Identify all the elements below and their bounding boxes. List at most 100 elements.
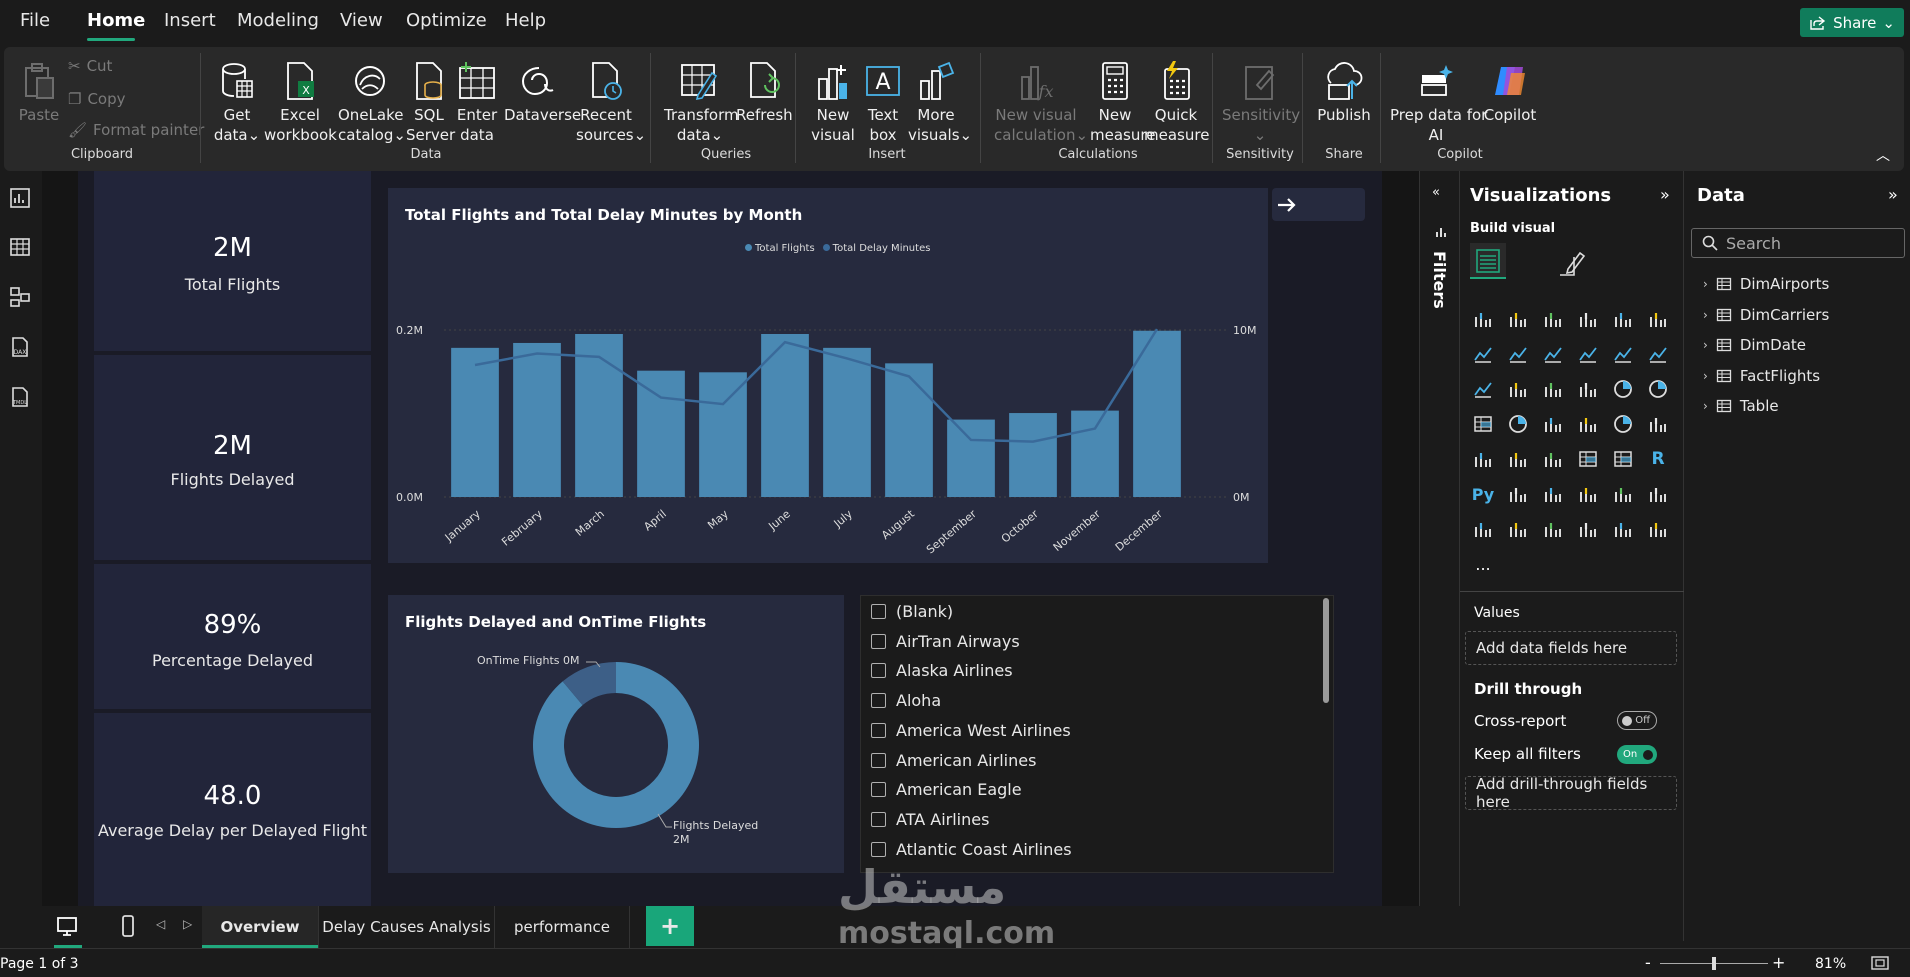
new-measure-button[interactable]: New measure bbox=[1090, 57, 1155, 145]
line-column-visual-icon[interactable] bbox=[1612, 343, 1634, 365]
checkbox[interactable] bbox=[871, 811, 886, 827]
checkbox[interactable] bbox=[871, 663, 886, 679]
chevron-right-icon[interactable]: › bbox=[1703, 308, 1708, 322]
checkbox[interactable] bbox=[871, 693, 886, 709]
decomposition-tree-visual-icon[interactable] bbox=[1542, 483, 1564, 505]
table-visual-icon[interactable] bbox=[1577, 448, 1599, 470]
dataverse-button[interactable]: Dataverse bbox=[504, 57, 581, 125]
kpi-card-average-delay[interactable]: 48.0 Average Delay per Delayed Flight bbox=[94, 713, 371, 906]
kpi-card-percentage-delayed[interactable]: 89% Percentage Delayed bbox=[94, 564, 371, 709]
format-painter-button[interactable]: 🖌 Format painter bbox=[68, 121, 204, 139]
100-bar-visual-icon[interactable] bbox=[1612, 308, 1634, 330]
table-item[interactable]: › DimDate bbox=[1703, 336, 1806, 354]
checkbox[interactable] bbox=[871, 841, 886, 857]
menu-insert[interactable]: Insert bbox=[164, 10, 216, 31]
table-item[interactable]: › DimAirports bbox=[1703, 275, 1829, 293]
narrative-visual-icon[interactable] bbox=[1612, 483, 1634, 505]
sql-server-button[interactable]: SQL Server bbox=[406, 57, 455, 145]
table-item[interactable]: › DimCarriers bbox=[1703, 306, 1829, 324]
slicer-item[interactable]: Alaska Airlines bbox=[871, 661, 1013, 680]
slicer-item[interactable]: (Blank) bbox=[871, 602, 953, 621]
filled-map-visual-icon[interactable] bbox=[1542, 413, 1564, 435]
fabric-map-visual-icon[interactable] bbox=[1577, 518, 1599, 540]
new-visual-button[interactable]: New visual bbox=[808, 57, 858, 145]
donut-visual-icon[interactable] bbox=[1647, 378, 1669, 400]
table-view-icon[interactable] bbox=[8, 235, 32, 259]
previous-page-icon[interactable]: ◁ bbox=[156, 917, 165, 931]
card-new-visual-icon[interactable] bbox=[1507, 518, 1529, 540]
copy-button[interactable]: ❐ Copy bbox=[68, 90, 126, 108]
more-visuals-button[interactable]: More visuals⌄ bbox=[908, 57, 972, 145]
next-page-icon[interactable]: ▷ bbox=[183, 917, 192, 931]
kpi-visual-icon[interactable] bbox=[1507, 448, 1529, 470]
stacked-area-visual-icon[interactable] bbox=[1542, 343, 1564, 365]
scatter-visual-icon[interactable] bbox=[1577, 378, 1599, 400]
add-data-fields-dropzone[interactable]: Add data fields here bbox=[1465, 631, 1677, 665]
chevron-right-icon[interactable]: › bbox=[1703, 399, 1708, 413]
refresh-button[interactable]: Refresh bbox=[736, 57, 793, 125]
slicer-scrollbar[interactable] bbox=[1323, 598, 1329, 703]
menu-optimize[interactable]: Optimize bbox=[406, 10, 487, 31]
recent-sources-button[interactable]: Recent sources⌄ bbox=[576, 57, 646, 145]
carrier-slicer[interactable]: (Blank) AirTran Airways Alaska Airlines Alo… bbox=[860, 595, 1334, 873]
kpi-card-total-flights[interactable]: 2M Total Flights bbox=[94, 171, 371, 351]
more-visuals-ellipsis[interactable]: ... bbox=[1472, 553, 1494, 575]
slicer-item[interactable]: Atlantic Coast Airlines bbox=[871, 840, 1072, 859]
model-view-icon[interactable] bbox=[8, 285, 32, 309]
pie-visual-icon[interactable] bbox=[1612, 378, 1634, 400]
menu-file[interactable]: File bbox=[20, 10, 50, 31]
multi-row-card-visual-icon[interactable] bbox=[1472, 448, 1494, 470]
combo-chart-visual[interactable]: Total Flights and Total Delay Minutes by… bbox=[388, 188, 1268, 563]
tmdl-view-icon[interactable]: TMDL bbox=[8, 385, 32, 409]
build-visual-tab[interactable] bbox=[1470, 243, 1506, 279]
100-area-visual-icon[interactable] bbox=[1577, 343, 1599, 365]
expand-data-icon[interactable]: » bbox=[1888, 185, 1898, 204]
add-drill-through-dropzone[interactable]: Add drill-through fields here bbox=[1465, 775, 1677, 811]
tab-performance[interactable]: performance bbox=[494, 906, 630, 948]
waterfall-visual-icon[interactable] bbox=[1507, 378, 1529, 400]
map-visual-icon[interactable] bbox=[1507, 413, 1529, 435]
checkbox[interactable] bbox=[871, 782, 886, 798]
stacked-column-visual-icon[interactable] bbox=[1507, 308, 1529, 330]
clustered-bar-visual-icon[interactable] bbox=[1542, 308, 1564, 330]
zoom-in-button[interactable]: + bbox=[1772, 953, 1785, 972]
chevron-right-icon[interactable]: › bbox=[1703, 369, 1708, 383]
publish-button[interactable]: Publish bbox=[1312, 57, 1376, 125]
slicer-item[interactable]: ATA Airlines bbox=[871, 810, 989, 829]
zoom-out-button[interactable]: - bbox=[1645, 953, 1651, 972]
share-button[interactable]: Share ⌄ bbox=[1800, 8, 1904, 37]
checkbox[interactable] bbox=[871, 722, 886, 738]
kpi-card-flights-delayed[interactable]: 2M Flights Delayed bbox=[94, 355, 371, 560]
filters-pane[interactable]: « Filters bbox=[1419, 171, 1460, 906]
slicer-item[interactable]: American Eagle bbox=[871, 780, 1022, 799]
slicer-new-visual-icon[interactable] bbox=[1542, 518, 1564, 540]
100-column-visual-icon[interactable] bbox=[1647, 308, 1669, 330]
table-item[interactable]: › FactFlights bbox=[1703, 367, 1820, 385]
add-page-button[interactable]: + bbox=[646, 906, 694, 946]
menu-modeling[interactable]: Modeling bbox=[237, 10, 319, 31]
line-clustered-column-visual-icon[interactable] bbox=[1647, 343, 1669, 365]
desktop-layout-button[interactable] bbox=[52, 912, 82, 948]
paste-button[interactable]: Paste bbox=[14, 57, 64, 125]
keep-all-filters-toggle[interactable]: On bbox=[1617, 745, 1657, 764]
key-influencers-visual-icon[interactable] bbox=[1507, 483, 1529, 505]
cross-report-toggle[interactable]: Off bbox=[1617, 711, 1657, 730]
slicer-item[interactable]: America West Airlines bbox=[871, 721, 1071, 740]
menu-help[interactable]: Help bbox=[505, 10, 546, 31]
chevron-right-icon[interactable]: › bbox=[1703, 277, 1708, 291]
gauge-visual-icon[interactable] bbox=[1612, 413, 1634, 435]
transform-data-button[interactable]: Transform data⌄ bbox=[664, 57, 739, 145]
python-visual-visual-icon[interactable]: Py bbox=[1472, 483, 1494, 505]
format-visual-icon[interactable] bbox=[1556, 249, 1586, 279]
slicer-visual-icon[interactable] bbox=[1542, 448, 1564, 470]
tab-delay-causes-analysis[interactable]: Delay Causes Analysis bbox=[318, 906, 494, 948]
ribbon-visual-icon[interactable] bbox=[1472, 378, 1494, 400]
report-view-icon[interactable] bbox=[8, 186, 32, 210]
slicer-item[interactable]: American Airlines bbox=[871, 751, 1036, 770]
quick-measure-button[interactable]: Quick measure bbox=[1144, 57, 1209, 145]
chevron-right-icon[interactable]: › bbox=[1703, 338, 1708, 352]
menu-home[interactable]: Home bbox=[87, 10, 145, 31]
qa-visual-icon[interactable] bbox=[1577, 483, 1599, 505]
power-apps-visual-icon[interactable] bbox=[1612, 518, 1634, 540]
enter-data-button[interactable]: Enter data bbox=[454, 57, 500, 145]
